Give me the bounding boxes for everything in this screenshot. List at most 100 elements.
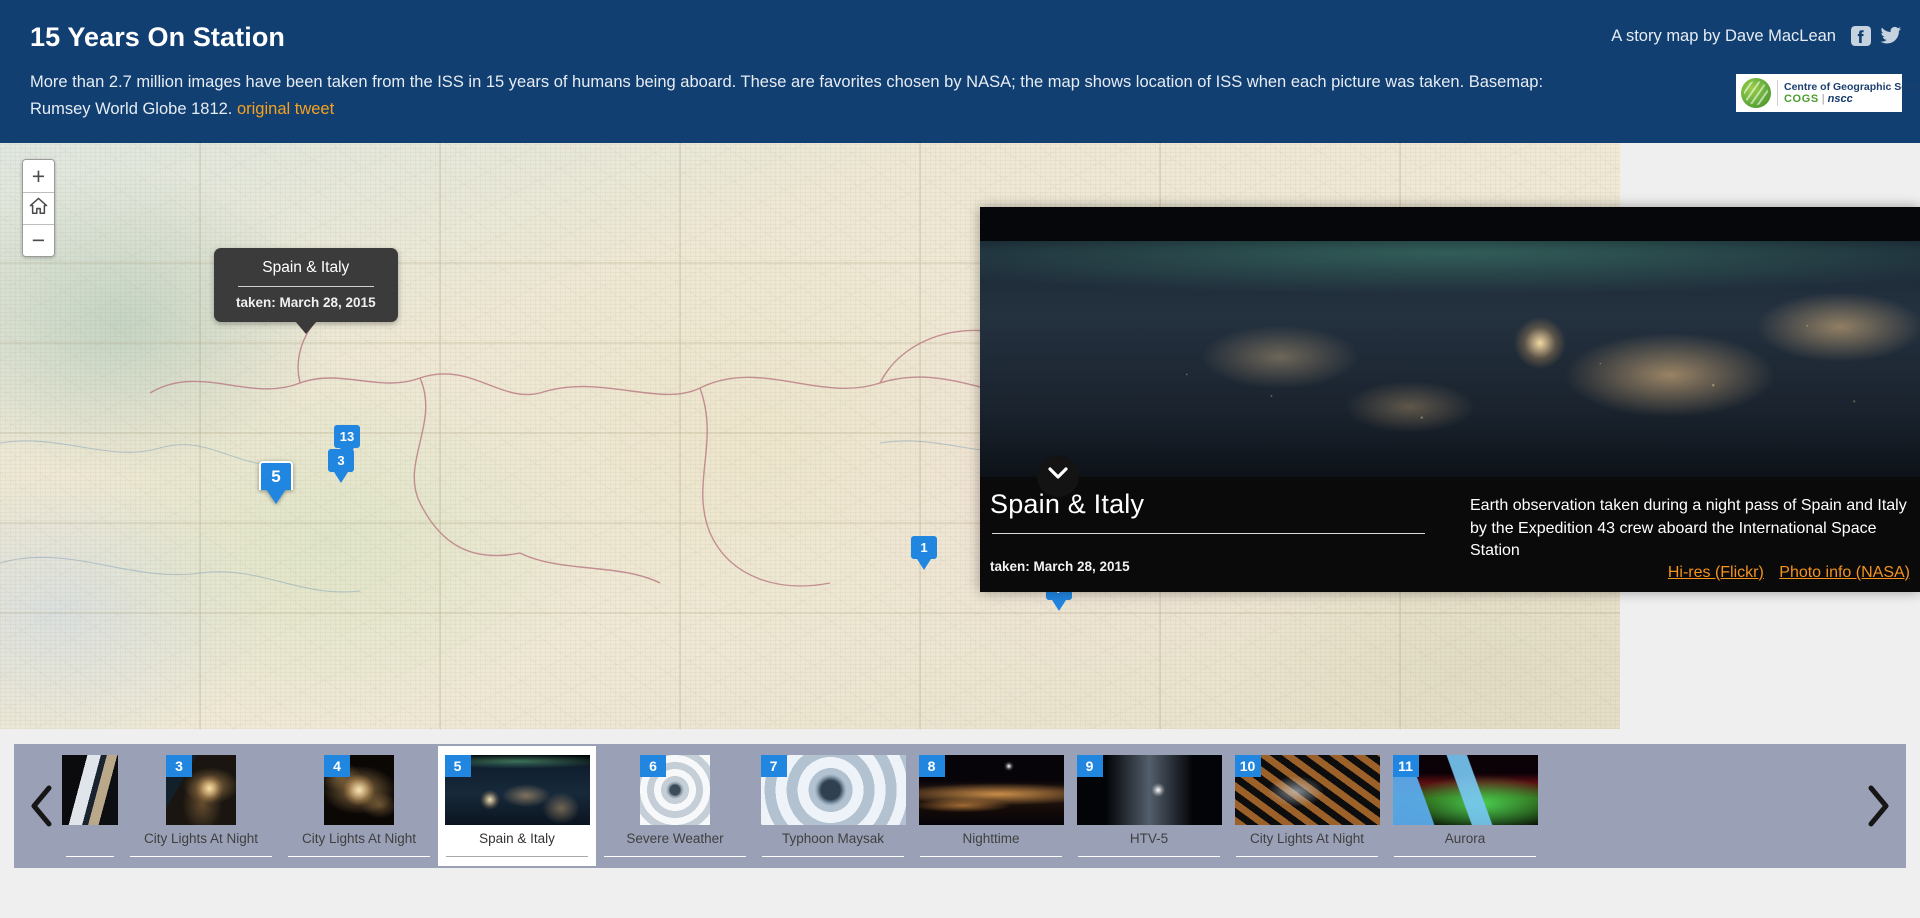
thumbnail-caption: Nighttime bbox=[962, 831, 1019, 846]
tooltip-taken: taken: March 28, 2015 bbox=[236, 295, 376, 310]
filmstrip-item-11[interactable]: 11 Aurora bbox=[1386, 746, 1544, 866]
zoom-out-button[interactable]: − bbox=[23, 224, 54, 256]
marker-badge: 5 bbox=[259, 461, 293, 490]
filmstrip-next-button[interactable] bbox=[1850, 744, 1906, 868]
thumbnail: 7 bbox=[761, 755, 906, 825]
thumbnail-badge: 9 bbox=[1077, 755, 1103, 777]
thumbnail-badge: 6 bbox=[640, 755, 666, 777]
photo-info-right: Earth observation taken during a night p… bbox=[1470, 495, 1910, 582]
home-icon bbox=[29, 197, 48, 220]
thumbnail-caption: Severe Weather bbox=[626, 831, 723, 846]
marker-tip bbox=[334, 472, 348, 483]
filmstrip-item-3[interactable]: 3 City Lights At Night bbox=[122, 746, 280, 866]
filmstrip-item-10[interactable]: 10 City Lights At Night bbox=[1228, 746, 1386, 866]
photo-image bbox=[980, 207, 1920, 477]
thumbnail-underline bbox=[288, 856, 430, 857]
byline: A story map by Dave MacLean bbox=[1611, 27, 1836, 46]
thumbnail-underline bbox=[762, 856, 904, 857]
thumbnail-badge: 11 bbox=[1393, 755, 1419, 777]
marker-tip bbox=[1052, 600, 1066, 611]
thumbnail-underline bbox=[1078, 856, 1220, 857]
photo-taken-date: taken: March 28, 2015 bbox=[990, 559, 1460, 574]
thumbnail: 11 bbox=[1393, 755, 1538, 825]
thumbnail-underline bbox=[446, 856, 588, 857]
logo-cogs: COGS bbox=[1784, 93, 1819, 105]
logo-nscc: nscc bbox=[1828, 93, 1853, 105]
page-title: 15 Years On Station bbox=[30, 22, 285, 53]
thumbnail-caption: City Lights At Night bbox=[302, 831, 416, 846]
thumbnail-badge: 5 bbox=[445, 755, 471, 777]
thumbnail-caption: City Lights At Night bbox=[1250, 831, 1364, 846]
thumbnail-underline bbox=[66, 856, 114, 857]
cogs-globe-icon bbox=[1741, 78, 1771, 108]
map-marker-1[interactable]: 1 bbox=[911, 536, 937, 570]
social-links bbox=[1851, 26, 1902, 46]
thumbnail: 9 bbox=[1077, 755, 1222, 825]
thumbnail-caption: City Lights At Night bbox=[144, 831, 258, 846]
marker-badge: 1 bbox=[911, 536, 937, 559]
thumbnail-badge: 7 bbox=[761, 755, 787, 777]
home-button[interactable] bbox=[23, 192, 54, 224]
filmstrip-item-9[interactable]: 9 HTV-5 bbox=[1070, 746, 1228, 866]
thumbnail: 3 bbox=[166, 755, 236, 825]
thumbnail: 6 bbox=[640, 755, 710, 825]
thumbnail-underline bbox=[1394, 856, 1536, 857]
thumbnail: 8 bbox=[919, 755, 1064, 825]
thumbnail-caption: Aurora bbox=[1445, 831, 1486, 846]
thumbnail-underline bbox=[130, 856, 272, 857]
photo-citylights bbox=[980, 207, 1920, 477]
photo-info-body: Spain & Italy taken: March 28, 2015 Eart… bbox=[980, 477, 1920, 592]
thumbnail-caption: Typhoon Maysak bbox=[782, 831, 884, 846]
filmstrip-item-6[interactable]: 6 Severe Weather bbox=[596, 746, 754, 866]
zoom-in-button[interactable]: + bbox=[23, 160, 54, 192]
thumbnail-underline bbox=[920, 856, 1062, 857]
original-tweet-link[interactable]: original tweet bbox=[237, 100, 334, 118]
page-header: 15 Years On Station More than 2.7 millio… bbox=[0, 0, 1920, 143]
chevron-down-icon bbox=[1048, 467, 1068, 485]
photo-links: Hi-res (Flickr) Photo info (NASA) bbox=[1470, 564, 1910, 582]
thumbnail: 4 bbox=[324, 755, 394, 825]
filmstrip-item-4[interactable]: 4 City Lights At Night bbox=[280, 746, 438, 866]
photo-info-left: Spain & Italy taken: March 28, 2015 bbox=[990, 489, 1460, 574]
marker-tip bbox=[340, 448, 354, 459]
map-controls: + − bbox=[22, 159, 55, 257]
map-marker-13[interactable]: 13 bbox=[334, 425, 360, 459]
plus-icon: + bbox=[32, 165, 45, 188]
thumbnail-art bbox=[62, 755, 118, 825]
chevron-right-icon bbox=[1865, 785, 1891, 827]
thumbnail-badge: 10 bbox=[1235, 755, 1261, 777]
cogs-logo[interactable]: Centre of Geographic Sciences COGS|nscc bbox=[1736, 74, 1902, 112]
photo-info-panel: Spain & Italy taken: March 28, 2015 Eart… bbox=[980, 207, 1920, 592]
thumbnail-underline bbox=[604, 856, 746, 857]
marker-tip bbox=[266, 489, 286, 504]
filmstrip-item-8[interactable]: 8 Nighttime bbox=[912, 746, 1070, 866]
thumbnail-underline bbox=[1236, 856, 1378, 857]
thumbnail: 10 bbox=[1235, 755, 1380, 825]
photo-filmstrip: 3 City Lights At Night 4 City Lights At … bbox=[14, 744, 1906, 868]
logo-sep: | bbox=[1822, 93, 1825, 105]
logo-divider bbox=[1777, 80, 1778, 106]
thumbnail-badge: 8 bbox=[919, 755, 945, 777]
thumbnail-badge: 4 bbox=[324, 755, 350, 777]
photo-info-nasa-link[interactable]: Photo info (NASA) bbox=[1779, 564, 1910, 581]
filmstrip-item-cupola[interactable] bbox=[58, 746, 122, 866]
tooltip-arrow bbox=[295, 321, 317, 334]
page-description: More than 2.7 million images have been t… bbox=[30, 69, 1590, 123]
marker-tip bbox=[917, 559, 931, 570]
filmstrip-item-7[interactable]: 7 Typhoon Maysak bbox=[754, 746, 912, 866]
minus-icon: − bbox=[32, 229, 45, 252]
filmstrip-item-5-selected[interactable]: 5 Spain & Italy bbox=[438, 746, 596, 866]
photo-description: Earth observation taken during a night p… bbox=[1470, 495, 1910, 563]
thumbnail-badge: 3 bbox=[166, 755, 192, 777]
hires-flickr-link[interactable]: Hi-res (Flickr) bbox=[1668, 564, 1764, 581]
map-marker-5-active[interactable]: 5 bbox=[259, 461, 293, 505]
chevron-left-icon bbox=[29, 785, 55, 827]
story-map-app: 15 Years On Station More than 2.7 millio… bbox=[0, 0, 1920, 918]
collapse-panel-button[interactable] bbox=[1037, 455, 1079, 497]
thumbnail: 5 bbox=[445, 755, 590, 825]
twitter-icon[interactable] bbox=[1880, 26, 1902, 46]
thumbnail-caption: HTV-5 bbox=[1130, 831, 1168, 846]
map-tooltip: Spain & Italy taken: March 28, 2015 bbox=[214, 248, 398, 322]
photo-title-divider bbox=[992, 533, 1425, 534]
facebook-icon[interactable] bbox=[1851, 26, 1871, 46]
